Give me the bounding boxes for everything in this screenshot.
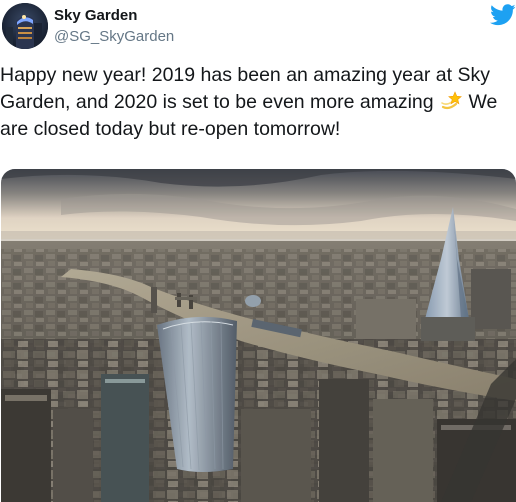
dizzy-star-emoji-icon xyxy=(440,90,462,112)
tweet-photo[interactable] xyxy=(1,169,516,502)
tweet-author: Sky Garden @SG_SkyGarden xyxy=(54,6,174,47)
twitter-bird-icon[interactable] xyxy=(490,4,516,26)
tweet-text: Happy new year! 2019 has been an amazing… xyxy=(0,62,512,143)
tweet-card: Sky Garden @SG_SkyGarden Happy new year!… xyxy=(0,0,516,502)
tweet-text-part-1: Happy new year! 2019 has been an amazing… xyxy=(0,64,490,113)
aerial-london-skyline-photo xyxy=(1,169,516,502)
profile-avatar[interactable] xyxy=(2,3,48,49)
avatar-photo xyxy=(2,3,48,49)
author-handle[interactable]: @SG_SkyGarden xyxy=(54,27,174,47)
author-display-name[interactable]: Sky Garden xyxy=(54,6,174,26)
